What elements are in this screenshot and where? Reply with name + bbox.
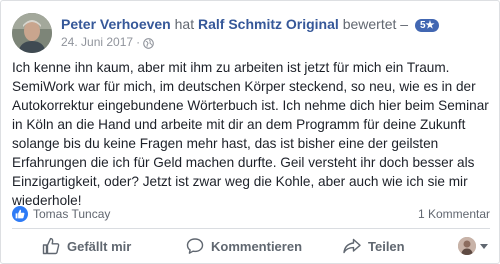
post-text: Ich kenne ihn kaum, aber mit ihm zu arbe… [12,60,489,208]
liker-name[interactable]: Tomas Tuncay [33,207,110,221]
comment-count-link[interactable]: 1 Kommentar [418,207,490,221]
page-name-link[interactable]: Ralf Schmitz Original [198,16,339,32]
action-bar: Gefällt mir Kommentieren Teilen [12,231,490,261]
action-divider [12,228,490,229]
post-meta: Peter Verhoeven hat Ralf Schmitz Origina… [61,15,481,50]
globe-icon[interactable] [143,37,154,49]
headline-rated: bewertet – [342,16,409,32]
headline-has: hat [174,16,195,32]
like-button-label: Gefällt mir [67,238,132,254]
author-avatar[interactable] [12,13,52,53]
post-date-link[interactable]: 24. Juni 2017 [61,34,133,50]
post-subline: 24. Juni 2017 · [61,34,481,50]
author-name-link[interactable]: Peter Verhoeven [61,16,171,32]
comment-button-label: Kommentieren [211,238,303,254]
share-button-label: Teilen [368,238,405,254]
comment-icon [186,238,204,254]
thumbs-up-icon [42,237,60,255]
post-header: Peter Verhoeven hat Ralf Schmitz Origina… [12,13,490,53]
viewer-avatar [458,237,476,255]
share-button[interactable]: Teilen [343,231,405,261]
post-headline: Peter Verhoeven hat Ralf Schmitz Origina… [61,15,481,33]
separator-dot: · [136,35,141,49]
like-button[interactable]: Gefällt mir [42,231,131,261]
chevron-down-icon [480,243,488,249]
post-card: Peter Verhoeven hat Ralf Schmitz Origina… [0,0,500,264]
reaction-summary: Tomas Tuncay 1 Kommentar [12,206,490,222]
share-icon [343,238,361,254]
comment-button[interactable]: Kommentieren [186,231,302,261]
rating-badge[interactable]: 5★ [414,19,440,32]
post-as-selector[interactable] [458,237,488,255]
like-icon[interactable] [12,206,28,222]
